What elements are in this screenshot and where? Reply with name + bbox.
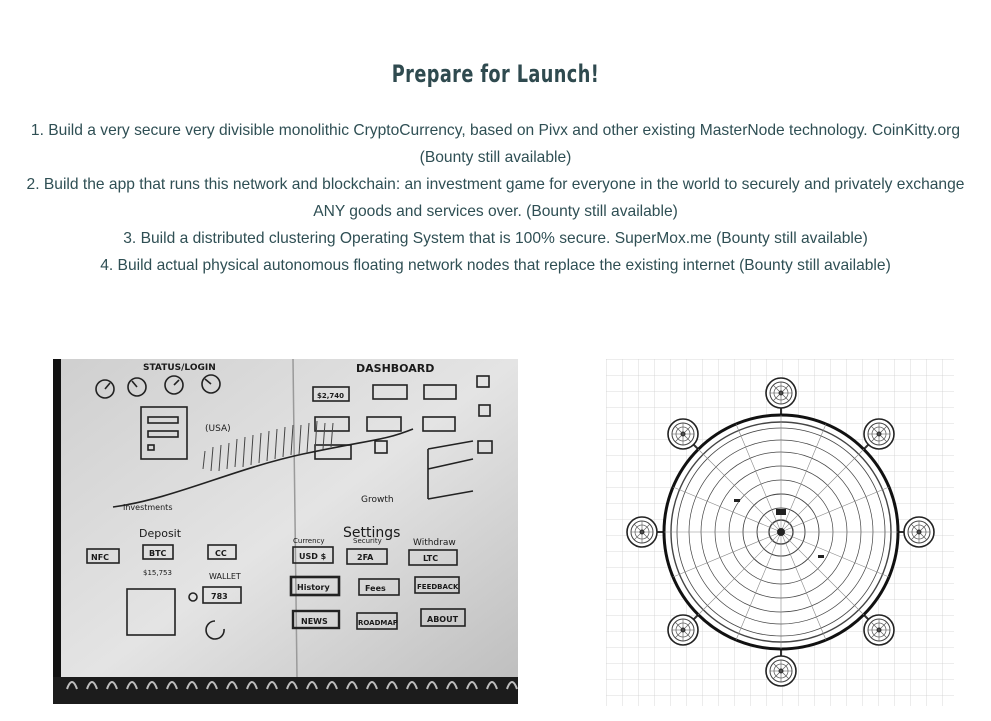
sketch-label: Security <box>353 537 382 545</box>
sketch-label: 783 <box>211 592 228 601</box>
sketch-label: History <box>297 583 330 592</box>
sketch-label: BTC <box>149 549 167 558</box>
app-wireframe-sketch-image: STATUS/LOGIN DASHBOARD Settings Deposit … <box>53 359 518 704</box>
sketch-label: ROADMAP <box>358 619 398 627</box>
sketch-label: 2FA <box>357 553 374 562</box>
sketch-label: FEEDBACK <box>417 583 459 591</box>
list-item: 4. Build actual physical autonomous floa… <box>100 257 891 274</box>
sketch-label: CC <box>215 549 227 558</box>
sketch-label: Growth <box>361 495 394 505</box>
sketch-label: (USA) <box>205 424 231 434</box>
sketch-label: NEWS <box>301 617 328 626</box>
sketch-label: Investments <box>123 503 172 512</box>
sketch-label: DASHBOARD <box>356 362 434 375</box>
list-item: 3. Build a distributed clustering Operat… <box>123 230 868 247</box>
sketch-label: Deposit <box>139 527 182 540</box>
sketch-label: USD $ <box>299 552 327 561</box>
sketch-label: $15,753 <box>143 569 172 577</box>
sketch-label: WALLET <box>209 572 241 581</box>
sketch-label: LTC <box>423 554 438 563</box>
page-title: Prepare for Launch! <box>391 60 600 88</box>
sketch-label: Currency <box>293 537 325 545</box>
sketch-label: STATUS/LOGIN <box>143 363 216 373</box>
sketch-label: $2,740 <box>317 392 344 400</box>
sketch-label: NFC <box>91 553 109 562</box>
floating-node-drawing-image <box>606 359 954 706</box>
launch-plan-list: 1. Build a very secure very divisible mo… <box>10 117 981 279</box>
sketch-label: ABOUT <box>427 615 459 624</box>
list-item: 2. Build the app that runs this network … <box>26 176 965 220</box>
list-item: 1. Build a very secure very divisible mo… <box>30 122 961 166</box>
sketch-label: Fees <box>365 584 386 593</box>
sketch-label: Withdraw <box>413 538 456 548</box>
